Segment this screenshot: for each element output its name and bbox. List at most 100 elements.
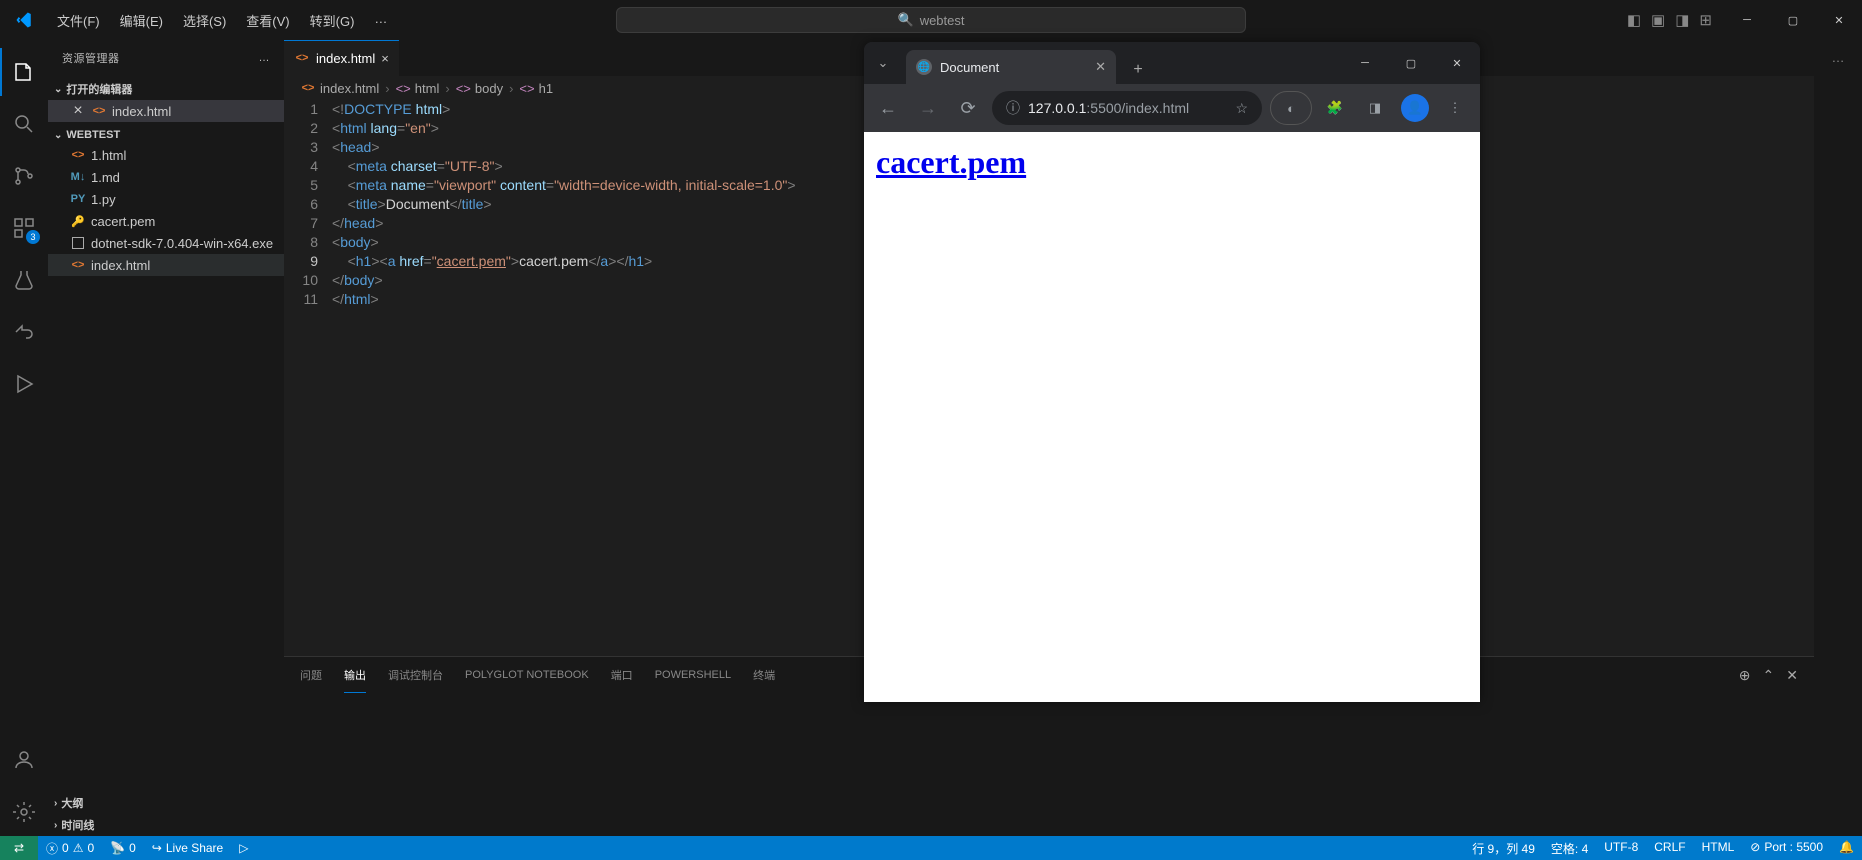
status-lang[interactable]: HTML — [1694, 840, 1743, 854]
close-tab-icon[interactable]: × — [381, 51, 389, 66]
remote-button[interactable]: ⇄ — [0, 836, 38, 860]
secondary-more-icon[interactable]: … — [1832, 50, 1845, 65]
new-terminal-icon[interactable]: ⊕ — [1739, 667, 1751, 684]
editor-tab-index[interactable]: <> index.html × — [284, 40, 400, 76]
browser-new-tab[interactable]: + — [1124, 56, 1152, 84]
maximize-button[interactable]: ▢ — [1770, 0, 1816, 40]
outline-section[interactable]: › 大纲 — [48, 792, 284, 814]
browser-tab-search[interactable]: ⌄ — [864, 42, 902, 84]
symbol-icon: <> — [519, 81, 534, 96]
panel-chevron-icon[interactable]: ⌃ — [1763, 667, 1775, 684]
browser-profile[interactable]: 👤 — [1398, 91, 1432, 125]
toggle-primary-sidebar-icon[interactable]: ◧ — [1627, 11, 1641, 29]
activity-run-debug[interactable] — [0, 360, 48, 408]
menu-view[interactable]: 查看(V) — [237, 5, 298, 36]
chevron-down-icon: ⌄ — [54, 130, 62, 141]
status-ports[interactable]: 📡0 — [102, 836, 144, 860]
browser-menu[interactable]: ⋮ — [1438, 91, 1472, 125]
menu-file[interactable]: 文件(F) — [48, 5, 109, 36]
vscode-logo — [0, 11, 48, 29]
radio-icon: 📡 — [110, 841, 125, 855]
explorer-more-icon[interactable]: … — [259, 52, 271, 64]
status-notifications[interactable]: 🔔 — [1831, 840, 1862, 854]
panel-tab-problems[interactable]: 问题 — [300, 663, 322, 687]
chevron-right-icon: › — [54, 798, 57, 809]
page-link[interactable]: cacert.pem — [876, 144, 1026, 180]
menu-edit[interactable]: 编辑(E) — [111, 5, 172, 36]
file-name: 1.html — [91, 148, 126, 163]
workspace-label: WEBTEST — [66, 129, 120, 141]
browser-maximize[interactable]: ▢ — [1388, 42, 1434, 84]
status-spaces[interactable]: 空格: 4 — [1543, 840, 1596, 857]
browser-tab-close-icon[interactable]: ✕ — [1095, 59, 1106, 75]
command-center-search[interactable]: 🔍 webtest — [616, 7, 1246, 33]
activity-settings[interactable] — [0, 788, 48, 836]
customize-layout-icon[interactable]: ⊞ — [1699, 11, 1712, 29]
status-problems[interactable]: ⓧ0 ⚠0 — [38, 836, 102, 860]
activity-source-control[interactable] — [0, 152, 48, 200]
panel-tab-ports[interactable]: 端口 — [611, 663, 633, 687]
minimize-button[interactable]: ─ — [1724, 0, 1770, 40]
secondary-sidebar: … — [1814, 40, 1862, 836]
open-editor-file[interactable]: × <> index.html — [48, 100, 284, 122]
activity-extensions[interactable]: 3 — [0, 204, 48, 252]
close-editor-icon[interactable]: × — [70, 102, 86, 120]
search-text: webtest — [920, 13, 965, 28]
activity-bar: 3 — [0, 40, 48, 836]
close-button[interactable]: ✕ — [1816, 0, 1862, 40]
status-cursor[interactable]: 行 9，列 49 — [1464, 840, 1543, 857]
browser-forward[interactable]: → — [912, 92, 944, 124]
browser-address-bar[interactable]: ⓘ 127.0.0.1:5500/index.html ☆ — [992, 91, 1262, 125]
chevron-down-icon: ⌄ — [54, 84, 62, 95]
menu-go[interactable]: 转到(G) — [301, 5, 364, 36]
file-item-dotnet-sdk-7.0.404-win-x64.exe[interactable]: dotnet-sdk-7.0.404-win-x64.exe — [48, 232, 284, 254]
panel-tab-powershell[interactable]: POWERSHELL — [655, 665, 731, 685]
browser-minimize[interactable]: ─ — [1342, 42, 1388, 84]
activity-accounts[interactable] — [0, 736, 48, 784]
file-item-1.md[interactable]: M↓1.md — [48, 166, 284, 188]
html-file-icon: <> — [294, 50, 310, 66]
activity-testing[interactable] — [0, 256, 48, 304]
status-encoding[interactable]: UTF-8 — [1596, 840, 1646, 854]
panel-tab-terminal[interactable]: 终端 — [753, 663, 775, 687]
outline-label: 大纲 — [61, 795, 83, 811]
browser-close[interactable]: ✕ — [1434, 42, 1480, 84]
extensions-icon[interactable]: 🧩 — [1318, 91, 1352, 125]
error-icon: ⓧ — [46, 840, 58, 857]
file-item-cacert.pem[interactable]: 🔑cacert.pem — [48, 210, 284, 232]
timeline-label: 时间线 — [61, 817, 94, 833]
minimap[interactable] — [1694, 100, 1814, 656]
menu-more[interactable]: … — [365, 5, 396, 36]
browser-device-switch[interactable]: ◐ — [1270, 91, 1312, 125]
toggle-secondary-sidebar-icon[interactable]: ◨ — [1675, 11, 1689, 29]
menu-select[interactable]: 选择(S) — [174, 5, 235, 36]
panel-tab-polyglot[interactable]: POLYGLOT NOTEBOOK — [465, 665, 589, 685]
file-name: dotnet-sdk-7.0.404-win-x64.exe — [91, 236, 273, 251]
open-editors-section[interactable]: ⌄ 打开的编辑器 — [48, 78, 284, 100]
workspace-section[interactable]: ⌄ WEBTEST — [48, 126, 284, 144]
site-info-icon[interactable]: ⓘ — [1006, 98, 1020, 118]
main-menu: 文件(F) 编辑(E) 选择(S) 查看(V) 转到(G) … — [48, 5, 396, 36]
file-item-index.html[interactable]: <>index.html — [48, 254, 284, 276]
bookmark-icon[interactable]: ☆ — [1235, 100, 1248, 117]
status-eol[interactable]: CRLF — [1646, 840, 1693, 854]
timeline-section[interactable]: › 时间线 — [48, 814, 284, 836]
toggle-panel-icon[interactable]: ▣ — [1651, 11, 1665, 29]
activity-search[interactable] — [0, 100, 48, 148]
panel-tab-debug[interactable]: 调试控制台 — [388, 663, 443, 687]
status-go-live[interactable]: ⊘ Port : 5500 — [1742, 840, 1831, 854]
symbol-icon: <> — [396, 81, 411, 96]
panel-tab-output[interactable]: 输出 — [344, 663, 366, 687]
sidepanel-icon[interactable]: ◨ — [1358, 91, 1392, 125]
file-item-1.py[interactable]: PY1.py — [48, 188, 284, 210]
activity-explorer[interactable] — [0, 48, 48, 96]
activity-live-share[interactable] — [0, 308, 48, 356]
browser-tab[interactable]: 🌐 Document ✕ — [906, 50, 1116, 84]
browser-back[interactable]: ← — [872, 92, 904, 124]
tab-label: index.html — [316, 51, 375, 66]
status-liveshare[interactable]: ↪Live Share — [144, 836, 231, 860]
panel-close-icon[interactable]: ✕ — [1786, 667, 1798, 684]
file-item-1.html[interactable]: <>1.html — [48, 144, 284, 166]
browser-reload[interactable]: ⟳ — [952, 92, 984, 124]
status-preview[interactable]: ▷ — [231, 836, 256, 860]
